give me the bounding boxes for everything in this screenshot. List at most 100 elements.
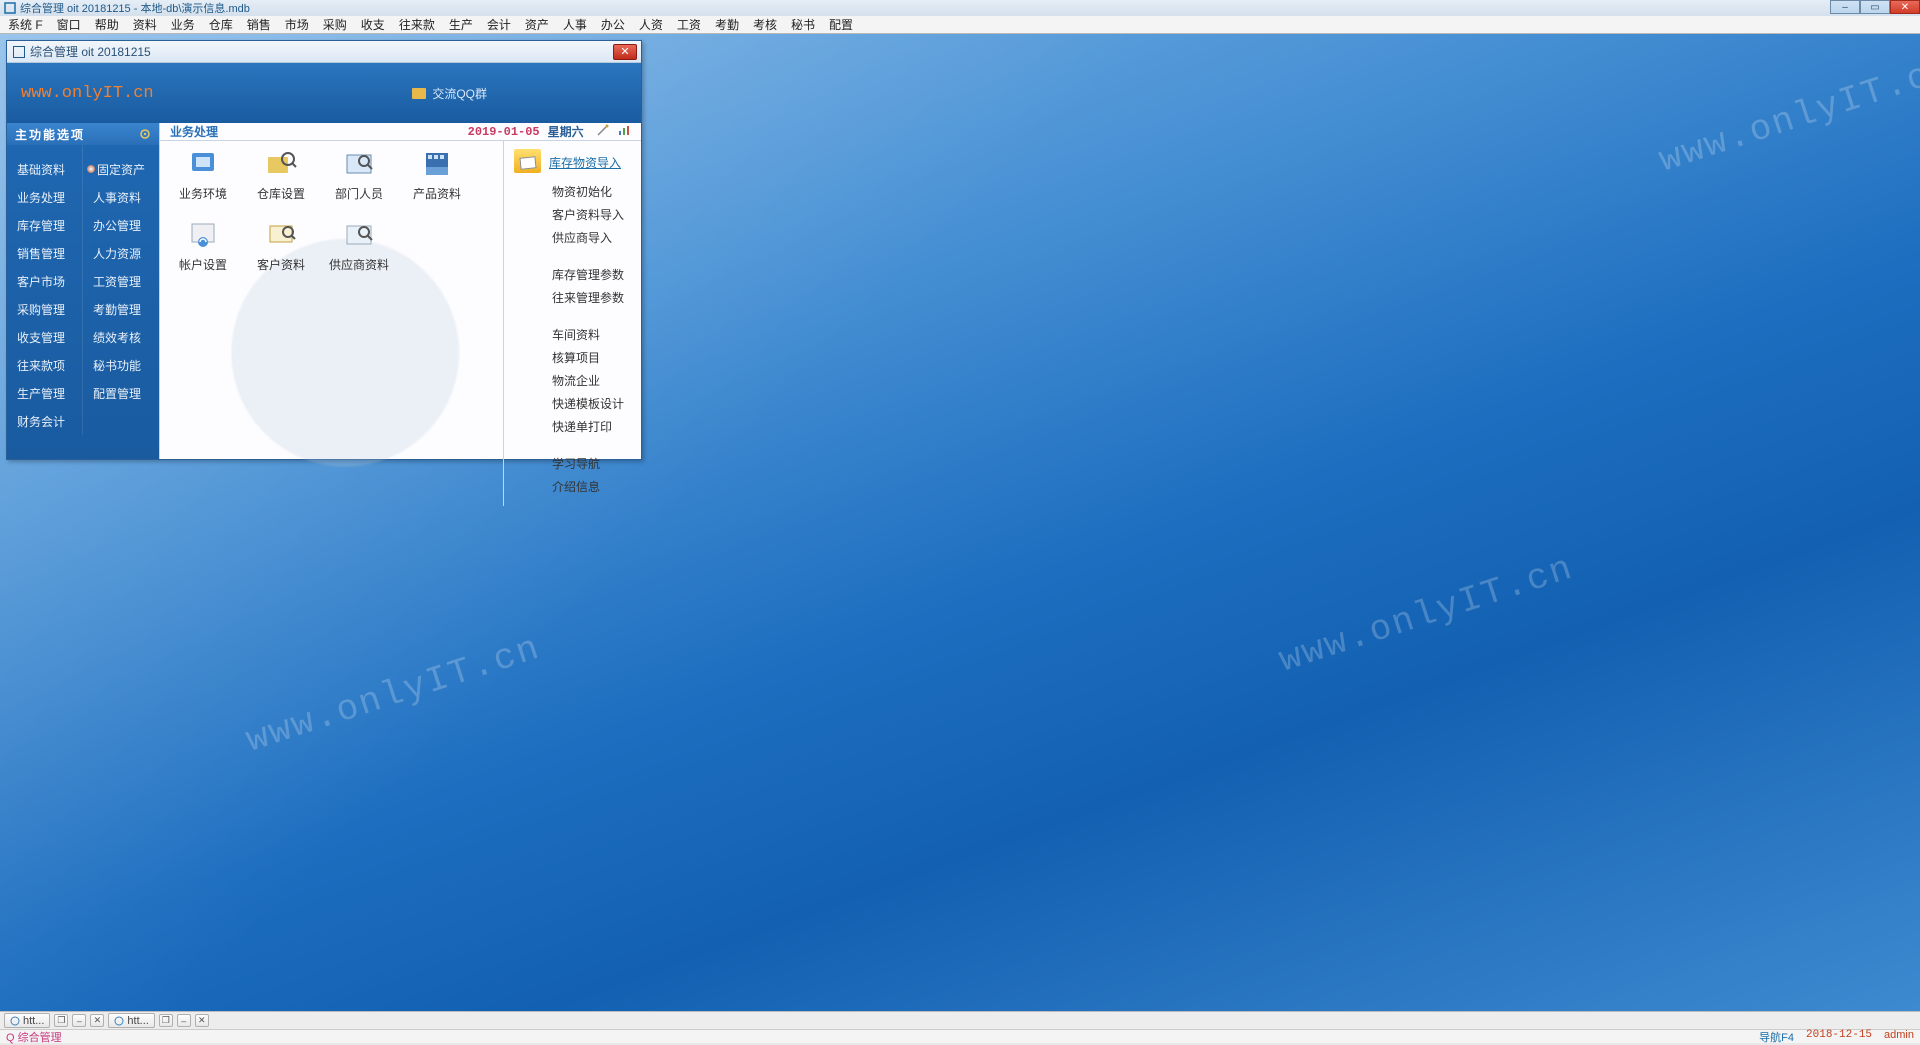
quick-link[interactable]: 介绍信息 [504,475,641,498]
sidebar-item[interactable]: 采购管理 [7,295,82,323]
launcher-icon[interactable]: 产品资料 [398,149,476,202]
menubar: 系统 F窗口帮助资料业务仓库销售市场采购收支往来款生产会计资产人事办公人资工资考… [0,16,1920,34]
watermark: www.onlyIT.cn [1274,548,1579,682]
sidebar-item[interactable]: 基础资料 [7,155,82,183]
menu-item[interactable]: 窗口 [51,15,87,34]
menu-item[interactable]: 办公 [595,15,631,34]
taskbar-min-button[interactable]: – [72,1014,86,1027]
sidebar-item[interactable]: 生产管理 [7,379,82,407]
menu-item[interactable]: 帮助 [89,15,125,34]
quick-link-import[interactable]: 库存物资导入 [549,151,631,174]
menu-item[interactable]: 业务 [165,15,201,34]
menu-item[interactable]: 资产 [519,15,555,34]
quick-link[interactable]: 供应商导入 [504,226,641,249]
window-close-button[interactable]: ✕ [1890,0,1920,14]
taskbar-item[interactable]: htt... [108,1013,154,1028]
menu-item[interactable]: 考核 [747,15,783,34]
gear-icon[interactable] [139,128,151,140]
menu-item[interactable]: 收支 [355,15,391,34]
qq-group-link[interactable]: 交流QQ群 [412,85,487,102]
status-nav[interactable]: 导航F4 [1759,1029,1794,1045]
child-titlebar[interactable]: 综合管理 oit 20181215 ✕ [7,41,641,63]
menu-item[interactable]: 人资 [633,15,669,34]
menu-item[interactable]: 考勤 [709,15,745,34]
quick-link[interactable]: 学习导航 [504,452,641,475]
menu-item[interactable]: 生产 [443,15,479,34]
quick-link[interactable]: 物流企业 [504,369,641,392]
statusbar: Q 综合管理 导航F4 2018-12-15 admin [0,1029,1920,1043]
status-user: admin [1884,1029,1914,1045]
quick-link[interactable]: 车间资料 [504,323,641,346]
app-icon [420,149,454,179]
folder-icon [412,88,426,99]
sidebar-item[interactable]: 人事资料 [83,183,159,211]
sidebar-item[interactable]: 往来款项 [7,351,82,379]
taskbar-item-label: htt... [23,1015,44,1027]
launcher-icon[interactable]: 部门人员 [320,149,398,202]
quick-link[interactable]: 快递模板设计 [504,392,641,415]
sidebar-item[interactable]: 办公管理 [83,211,159,239]
menu-item[interactable]: 市场 [279,15,315,34]
taskbar-restore-button[interactable]: ❐ [54,1014,68,1027]
menu-item[interactable]: 工资 [671,15,707,34]
menu-item[interactable]: 销售 [241,15,277,34]
sidebar-item[interactable]: 配置管理 [83,379,159,407]
menu-item[interactable]: 资料 [127,15,163,34]
launcher-label: 帐户设置 [164,256,242,273]
taskbar-close-button[interactable]: ✕ [90,1014,104,1027]
sidebar-item[interactable]: 工资管理 [83,267,159,295]
sidebar-item[interactable]: 收支管理 [7,323,82,351]
quick-link[interactable]: 客户资料导入 [504,203,641,226]
menu-item[interactable]: 人事 [557,15,593,34]
chart-icon[interactable] [617,123,631,137]
quick-links-column: 库存物资导入 物资初始化客户资料导入供应商导入 库存管理参数往来管理参数 车间资… [503,141,641,506]
menu-item[interactable]: 秘书 [785,15,821,34]
launcher-icon[interactable]: 业务环境 [164,149,242,202]
sidebar-item[interactable]: 人力资源 [83,239,159,267]
launcher-icon[interactable]: 供应商资料 [320,220,398,273]
launcher-icon[interactable]: 仓库设置 [242,149,320,202]
window-maximize-button[interactable]: ▭ [1860,0,1890,14]
site-url: www.onlyIT.cn [21,84,154,103]
menu-item[interactable]: 系统 F [2,15,49,34]
menu-item[interactable]: 会计 [481,15,517,34]
sidebar-item[interactable]: 固定资产 [83,155,159,183]
launcher-label: 产品资料 [398,185,476,202]
sidebar-item[interactable]: 考勤管理 [83,295,159,323]
menu-item[interactable]: 配置 [823,15,859,34]
window-minimize-button[interactable]: – [1830,0,1860,14]
import-folder-icon [514,149,541,173]
quick-link[interactable]: 快递单打印 [504,415,641,438]
taskbar-restore-button[interactable]: ❐ [159,1014,173,1027]
sidebar: 主功能选项 基础资料业务处理库存管理销售管理客户市场采购管理收支管理往来款项生产… [7,123,159,459]
menu-item[interactable]: 往来款 [393,15,441,34]
current-date: 2019-01-05 [468,125,540,139]
sidebar-item[interactable]: 财务会计 [7,407,82,435]
sidebar-item[interactable]: 销售管理 [7,239,82,267]
menu-item[interactable]: 采购 [317,15,353,34]
launcher-icon[interactable]: 客户资料 [242,220,320,273]
sidebar-item[interactable]: 客户市场 [7,267,82,295]
quick-link[interactable]: 往来管理参数 [504,286,641,309]
launcher-label: 部门人员 [320,185,398,202]
sidebar-item[interactable]: 库存管理 [7,211,82,239]
taskbar-item-label: htt... [127,1015,148,1027]
taskbar-min-button[interactable]: – [177,1014,191,1027]
qq-label: 交流QQ群 [432,85,487,102]
quick-link[interactable]: 物资初始化 [504,180,641,203]
taskbar-item[interactable]: htt... [4,1013,50,1028]
taskbar-close-button[interactable]: ✕ [195,1014,209,1027]
launcher-label: 业务环境 [164,185,242,202]
launcher-icon[interactable]: 帐户设置 [164,220,242,273]
sidebar-item[interactable]: 绩效考核 [83,323,159,351]
quick-link[interactable]: 核算项目 [504,346,641,369]
menu-item[interactable]: 仓库 [203,15,239,34]
sidebar-item[interactable]: 业务处理 [7,183,82,211]
sidebar-item[interactable]: 秘书功能 [83,351,159,379]
app-icon [342,220,376,250]
wand-icon[interactable] [596,123,610,137]
app-icon [186,149,220,179]
quick-link[interactable]: 库存管理参数 [504,263,641,286]
main-header: 业务处理 2019-01-05 星期六 [160,123,641,141]
child-close-button[interactable]: ✕ [613,44,637,60]
